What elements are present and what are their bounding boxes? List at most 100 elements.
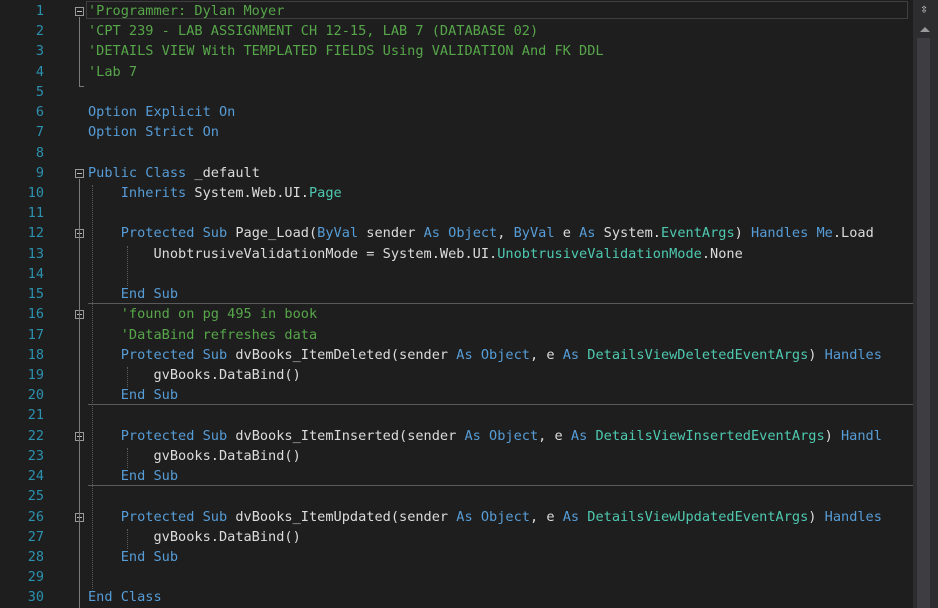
line-number: 28 — [27, 548, 44, 565]
code-line[interactable]: Option Strict On — [88, 122, 913, 142]
collapse-toggle-icon[interactable] — [75, 168, 84, 178]
text-token: , e — [529, 508, 563, 525]
line-number: 18 — [27, 346, 44, 363]
code-line[interactable]: 'DETAILS VIEW With TEMPLATED FIELDS Usin… — [88, 41, 913, 61]
line-number: 7 — [35, 124, 44, 141]
split-window-button[interactable]: ⇳ — [913, 0, 935, 20]
line-number: 27 — [27, 528, 44, 545]
code-line[interactable] — [88, 203, 913, 223]
scroll-up-arrow-icon[interactable] — [913, 22, 935, 36]
code-line[interactable]: 'Lab 7 — [88, 62, 913, 82]
text-token: , — [497, 225, 514, 242]
code-line[interactable]: End Sub — [88, 385, 913, 405]
keyword-token: As — [456, 346, 473, 363]
change-margin — [68, 0, 74, 608]
line-number: 5 — [35, 83, 44, 100]
type-token: DetailsViewUpdatedEventArgs — [587, 508, 809, 525]
text-token: _default — [186, 164, 260, 181]
line-number: 3 — [35, 43, 44, 60]
line-number: 9 — [35, 164, 44, 181]
line-number: 23 — [27, 447, 44, 464]
code-line[interactable]: Inherits System.Web.UI.Page — [88, 183, 913, 203]
line-number: 19 — [27, 366, 44, 383]
text-token: ) — [734, 225, 752, 242]
code-line[interactable]: gvBooks.DataBind() — [88, 365, 913, 385]
code-line[interactable]: Protected Sub dvBooks_ItemDeleted(sender… — [88, 345, 913, 365]
code-line[interactable]: 'Programmer: Dylan Moyer — [88, 1, 913, 21]
text-token: gvBooks.DataBind() — [88, 528, 301, 545]
line-number: 2 — [35, 23, 44, 40]
code-line[interactable]: 'CPT 239 - LAB ASSIGNMENT CH 12-15, LAB … — [88, 21, 913, 41]
keyword-token: Handles — [824, 508, 882, 525]
code-line[interactable]: UnobtrusiveValidationMode = System.Web.U… — [88, 244, 913, 264]
line-number: 24 — [27, 468, 44, 485]
keyword-token: As — [464, 427, 481, 444]
text-token: gvBooks.DataBind() — [88, 447, 301, 464]
comment-token: 'Programmer: Dylan Moyer — [88, 3, 285, 19]
fold-line — [79, 17, 80, 86]
code-line[interactable] — [88, 486, 913, 506]
code-line[interactable]: Option Explicit On — [88, 102, 913, 122]
type-token: EventArgs — [660, 225, 735, 242]
fold-line — [79, 178, 80, 608]
code-line[interactable] — [88, 405, 913, 425]
code-line[interactable]: Protected Sub dvBooks_ItemInserted(sende… — [88, 426, 913, 446]
text-token: dvBooks_ItemInserted(sender — [227, 427, 465, 444]
code-line[interactable]: End Sub — [88, 547, 913, 567]
keyword-token: End Sub — [88, 286, 179, 303]
code-line[interactable] — [88, 567, 913, 587]
keyword-token: Protected Sub — [88, 427, 228, 444]
keyword-token: Handles — [824, 346, 882, 363]
code-line[interactable]: Protected Sub Page_Load(ByVal sender As … — [88, 223, 913, 243]
type-token: DetailsViewDeletedEventArgs — [587, 346, 809, 363]
text-token: gvBooks.DataBind() — [88, 366, 301, 383]
code-line[interactable] — [88, 143, 913, 163]
keyword-token: As — [562, 508, 580, 525]
code-line[interactable]: gvBooks.DataBind() — [88, 527, 913, 547]
comment-token: 'CPT 239 - LAB ASSIGNMENT CH 12-15, LAB … — [88, 23, 539, 40]
fold-end-tick — [79, 85, 84, 87]
keyword-token: Object — [480, 508, 530, 525]
text-token: UnobtrusiveValidationMode = System.Web.U… — [88, 245, 498, 262]
line-number: 25 — [27, 488, 44, 505]
code-line[interactable]: Public Class _default — [88, 163, 913, 183]
comment-token: 'DETAILS VIEW With TEMPLATED FIELDS Usin… — [88, 43, 604, 60]
keyword-token: Protected Sub — [88, 508, 228, 525]
code-line[interactable]: Protected Sub dvBooks_ItemUpdated(sender… — [88, 507, 913, 527]
text-token: ) — [808, 346, 825, 363]
code-line[interactable]: End Class — [88, 587, 913, 607]
code-line[interactable]: 'found on pg 495 in book — [88, 304, 913, 324]
line-number-gutter: 1 2 3 4 5 6 7 8 9 10 11 12 13 14 15 16 17 18 19 20 21 22 23 24 2… — [0, 0, 50, 608]
type-token: DetailsViewInsertedEventArgs — [595, 427, 825, 444]
keyword-token: End Sub — [88, 468, 179, 485]
code-line[interactable] — [88, 82, 913, 102]
line-number: 13 — [27, 245, 44, 262]
code-line[interactable]: End Sub — [88, 284, 913, 304]
line-number: 11 — [27, 205, 44, 222]
text-token: ) — [824, 427, 841, 444]
keyword-token: As — [423, 225, 440, 242]
collapse-toggle-icon[interactable] — [75, 7, 84, 16]
keyword-token: Public Class — [88, 164, 187, 181]
code-line[interactable]: End Sub — [88, 466, 913, 486]
code-line[interactable]: gvBooks.DataBind() — [88, 446, 913, 466]
text-token: dvBooks_ItemDeleted(sender — [227, 346, 457, 363]
code-line[interactable]: 'DataBind refreshes data — [88, 325, 913, 345]
keyword-token: Option Strict On — [88, 124, 219, 141]
line-number: 17 — [27, 326, 44, 343]
keyword-token: ByVal — [317, 225, 359, 242]
keyword-token: Protected Sub — [88, 225, 228, 242]
keyword-token: Option Explicit On — [88, 104, 236, 121]
keyword-token: Inherits — [88, 184, 187, 201]
keyword-token: Handles Me — [751, 225, 833, 242]
code-editor[interactable]: 1 2 3 4 5 6 7 8 9 10 11 12 13 14 15 16 17 18 19 20 21 22 23 24 2… — [0, 0, 913, 608]
code-line[interactable] — [88, 264, 913, 284]
scrollbar-thumb[interactable] — [917, 38, 930, 608]
line-number: 4 — [35, 63, 44, 80]
text-token: , e — [538, 427, 571, 444]
text-token: System.Web.UI. — [186, 184, 309, 201]
comment-token: 'found on pg 495 in book — [88, 306, 318, 323]
